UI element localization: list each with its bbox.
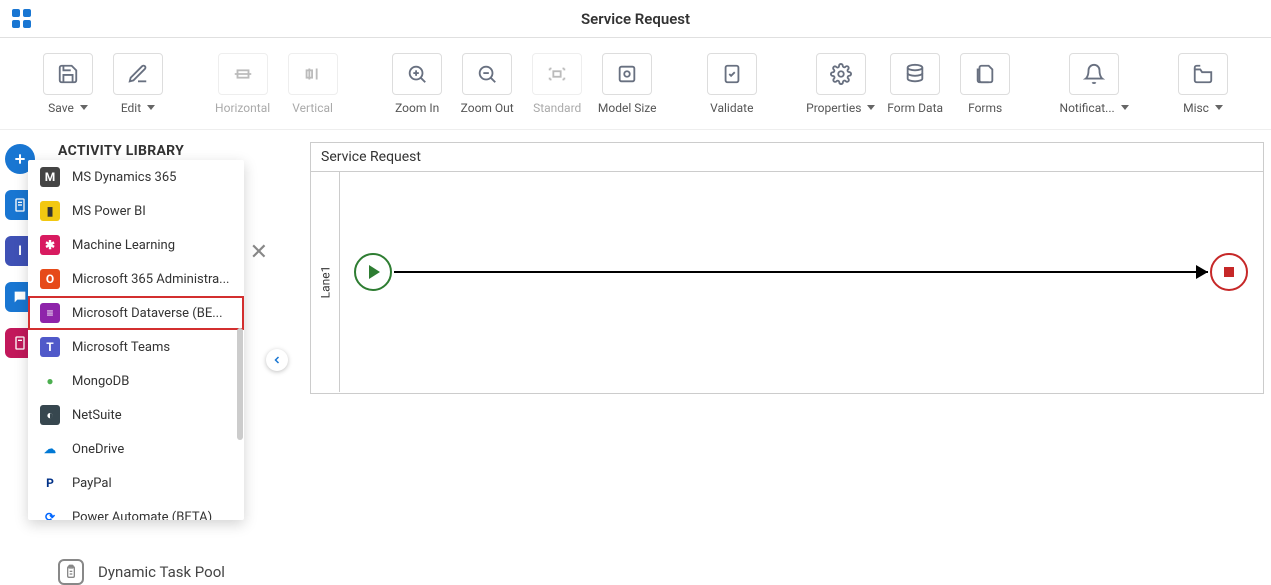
zoom-in-button[interactable]: Zoom In — [389, 53, 445, 115]
align-horizontal-button: Horizontal — [215, 53, 271, 115]
zoom-standard-button: Standard — [529, 53, 585, 115]
zoom-standard-label: Standard — [533, 101, 581, 115]
align-horizontal-icon — [218, 53, 268, 95]
align-vertical-icon — [288, 53, 338, 95]
collapse-sidebar-button[interactable] — [266, 349, 288, 371]
sidebar-heading: ACTIVITY LIBRARY — [40, 144, 270, 158]
integration-item[interactable]: ◐ NetSuite — [28, 398, 244, 432]
integration-label: NetSuite — [72, 408, 122, 423]
integration-label: Machine Learning — [72, 238, 175, 253]
integration-item[interactable]: ⟳ Power Automate (BETA) — [28, 500, 244, 520]
integration-label: MS Dynamics 365 — [72, 170, 176, 185]
stop-icon — [1224, 267, 1234, 277]
integration-icon: ✱ — [40, 235, 60, 255]
forms-label: Forms — [968, 101, 1002, 115]
lane-header[interactable]: Lane1 — [312, 171, 340, 392]
misc-label: Misc — [1183, 101, 1223, 115]
align-horizontal-label: Horizontal — [215, 101, 270, 115]
validate-icon — [707, 53, 757, 95]
validate-button[interactable]: Validate — [704, 53, 760, 115]
apps-icon[interactable] — [12, 9, 31, 28]
save-label: Save — [48, 101, 88, 115]
integration-label: PayPal — [72, 476, 112, 491]
integration-icon: T — [40, 337, 60, 357]
integration-item[interactable]: ✱ Machine Learning — [28, 228, 244, 262]
integration-icon: ● — [40, 371, 60, 391]
form-data-label: Form Data — [887, 101, 943, 115]
zoom-out-label: Zoom Out — [461, 101, 514, 115]
end-node[interactable] — [1210, 253, 1248, 291]
form-data-button[interactable]: Form Data — [887, 53, 943, 115]
arrow-head-icon — [1196, 265, 1208, 279]
clipboard-icon — [58, 559, 84, 585]
close-icon[interactable]: ✕ — [250, 240, 268, 265]
integration-icon: ◐ — [40, 405, 60, 425]
toolbar: Save Edit Horizontal Vertical Zoom In Zo… — [0, 38, 1271, 130]
zoom-in-label: Zoom In — [395, 101, 439, 115]
lane-body[interactable] — [340, 171, 1262, 392]
forms-button[interactable]: Forms — [957, 53, 1013, 115]
lane-label: Lane1 — [319, 265, 333, 298]
align-vertical-button: Vertical — [285, 53, 341, 115]
align-vertical-label: Vertical — [292, 101, 333, 115]
notifications-button[interactable]: Notificat... — [1062, 53, 1127, 115]
bell-icon — [1069, 53, 1119, 95]
integration-icon: M — [40, 167, 60, 187]
dynamic-task-pool-item[interactable]: Dynamic Task Pool — [58, 559, 225, 585]
database-icon — [890, 53, 940, 95]
integration-item[interactable]: ≡ Microsoft Dataverse (BE... — [28, 296, 244, 330]
integration-item[interactable]: O Microsoft 365 Administra... — [28, 262, 244, 296]
integration-label: MongoDB — [72, 374, 129, 389]
properties-label: Properties — [806, 101, 875, 115]
integration-icon: ☁ — [40, 439, 60, 459]
edit-button[interactable]: Edit — [110, 53, 166, 115]
integration-icon: ▮ — [40, 201, 60, 221]
process-canvas[interactable]: Service Request Lane1 — [310, 142, 1264, 394]
properties-button[interactable]: Properties — [808, 53, 873, 115]
integration-label: Microsoft Dataverse (BE... — [72, 306, 223, 321]
integration-label: OneDrive — [72, 442, 124, 457]
integration-item[interactable]: ● MongoDB — [28, 364, 244, 398]
start-node[interactable] — [354, 253, 392, 291]
zoom-in-icon — [392, 53, 442, 95]
integration-icon: P — [40, 473, 60, 493]
integration-icon: O — [40, 269, 60, 289]
scrollbar[interactable] — [237, 328, 243, 440]
integration-label: MS Power BI — [72, 204, 146, 219]
integration-dropdown: M MS Dynamics 365 ▮ MS Power BI ✱ Machine Lea… — [28, 160, 244, 520]
forms-icon — [960, 53, 1010, 95]
notifications-label: Notificat... — [1060, 101, 1129, 115]
gear-icon — [816, 53, 866, 95]
integration-item[interactable]: ☁ OneDrive — [28, 432, 244, 466]
integration-icon: ⟳ — [40, 507, 60, 520]
folder-icon — [1178, 53, 1228, 95]
page-title: Service Request — [581, 10, 690, 28]
model-size-icon — [602, 53, 652, 95]
integration-item[interactable]: M MS Dynamics 365 — [28, 160, 244, 194]
save-button[interactable]: Save — [40, 53, 96, 115]
integration-label: Microsoft 365 Administra... — [72, 272, 229, 287]
flow-connector[interactable] — [394, 271, 1208, 273]
canvas-title: Service Request — [311, 143, 1263, 172]
edit-label: Edit — [121, 101, 155, 115]
integration-label: Power Automate (BETA) — [72, 510, 212, 521]
integration-icon: ≡ — [40, 303, 60, 323]
integration-item[interactable]: ▮ MS Power BI — [28, 194, 244, 228]
integration-label: Microsoft Teams — [72, 340, 170, 355]
edit-icon — [113, 53, 163, 95]
misc-button[interactable]: Misc — [1175, 53, 1231, 115]
zoom-standard-icon — [532, 53, 582, 95]
save-icon — [43, 53, 93, 95]
canvas-area: Service Request Lane1 — [270, 130, 1271, 579]
integration-item[interactable]: P PayPal — [28, 466, 244, 500]
dynamic-task-pool-label: Dynamic Task Pool — [98, 563, 225, 581]
model-size-label: Model Size — [598, 101, 657, 115]
integration-item[interactable]: T Microsoft Teams — [28, 330, 244, 364]
top-header: Service Request — [0, 0, 1271, 38]
model-size-button[interactable]: Model Size — [599, 53, 655, 115]
zoom-out-icon — [462, 53, 512, 95]
validate-label: Validate — [710, 101, 753, 115]
play-icon — [369, 265, 380, 279]
zoom-out-button[interactable]: Zoom Out — [459, 53, 515, 115]
